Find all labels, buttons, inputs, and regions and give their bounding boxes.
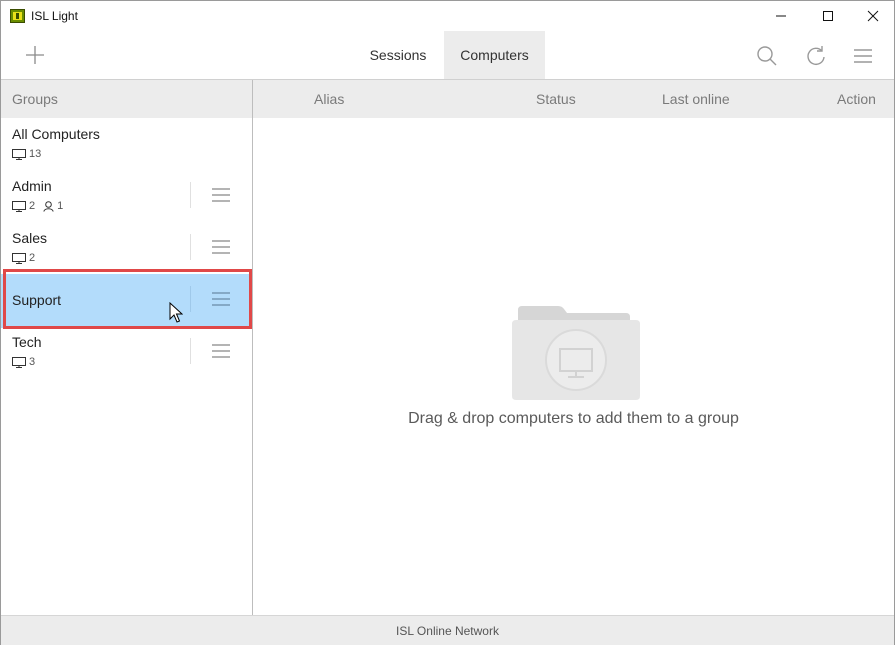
computer-icon: [12, 252, 26, 264]
hamburger-menu-icon: [212, 344, 230, 358]
group-menu-button[interactable]: [211, 239, 231, 255]
network-label: ISL Online Network: [396, 623, 499, 638]
column-status[interactable]: Status: [536, 91, 576, 107]
group-name: Tech: [12, 334, 42, 350]
computers-panel: Alias Status Last online Action Drag & d…: [253, 80, 894, 615]
group-support[interactable]: Support: [1, 274, 252, 328]
computer-icon: [12, 200, 26, 212]
add-button[interactable]: [23, 43, 47, 67]
empty-state-message: Drag & drop computers to add them to a g…: [408, 410, 739, 427]
user-count: 1: [57, 200, 64, 212]
group-tech[interactable]: Tech 3: [1, 326, 252, 378]
divider: [190, 182, 191, 208]
computer-count: 3: [29, 356, 36, 368]
hamburger-menu-icon: [212, 292, 230, 306]
maximize-icon: [823, 11, 833, 21]
tab-sessions[interactable]: Sessions: [353, 31, 443, 79]
main-menu-button[interactable]: [852, 45, 874, 67]
window-title: ISL Light: [31, 9, 78, 23]
computer-count: 2: [29, 252, 36, 264]
search-icon: [757, 46, 777, 66]
toolbar: Sessions Computers: [1, 31, 894, 79]
hamburger-menu-icon: [854, 49, 872, 63]
tab-computers[interactable]: Computers: [444, 31, 545, 79]
computer-icon: [12, 356, 26, 368]
group-name: Sales: [12, 230, 48, 246]
search-button[interactable]: [756, 45, 778, 67]
group-name: Admin: [12, 178, 52, 194]
group-menu-button[interactable]: [211, 343, 231, 359]
group-menu-button[interactable]: [211, 291, 231, 307]
divider: [190, 234, 191, 260]
refresh-button[interactable]: [805, 45, 827, 67]
group-name: Support: [12, 292, 62, 308]
computer-icon: [12, 148, 26, 160]
column-alias[interactable]: Alias: [314, 91, 344, 107]
app-window: ISL Light Sessions Computers Groups All …: [0, 0, 895, 645]
hamburger-menu-icon: [212, 240, 230, 254]
close-button[interactable]: [850, 1, 895, 31]
empty-folder-icon: [512, 306, 640, 400]
plus-icon: [26, 46, 44, 64]
group-all-computers[interactable]: All Computers 13: [1, 118, 252, 170]
close-icon: [867, 10, 879, 22]
divider: [190, 286, 191, 312]
hamburger-menu-icon: [212, 188, 230, 202]
divider: [190, 338, 191, 364]
computer-count: 13: [29, 148, 42, 160]
title-bar: ISL Light: [1, 1, 894, 31]
group-counts: 2: [12, 252, 43, 264]
computers-table-header: Alias Status Last online Action: [253, 80, 894, 118]
status-bar: ISL Online Network: [1, 615, 894, 645]
minimize-icon: [776, 15, 786, 17]
groups-sidebar: Groups All Computers 13 Admin 2 1 Sales …: [1, 80, 252, 615]
minimize-button[interactable]: [758, 1, 804, 31]
maximize-button[interactable]: [805, 1, 851, 31]
group-admin[interactable]: Admin 2 1: [1, 170, 252, 222]
group-counts: 3: [12, 356, 43, 368]
user-icon: [43, 200, 54, 212]
group-menu-button[interactable]: [211, 187, 231, 203]
column-action[interactable]: Action: [837, 91, 876, 107]
groups-header: Groups: [1, 80, 252, 118]
group-counts: 2 1: [12, 200, 71, 212]
group-sales[interactable]: Sales 2: [1, 222, 252, 274]
group-counts: 13: [12, 148, 49, 160]
column-last-online[interactable]: Last online: [662, 91, 730, 107]
refresh-icon: [807, 46, 825, 66]
isl-light-logo-icon: [10, 9, 25, 23]
group-name: All Computers: [12, 126, 100, 142]
computer-count: 2: [29, 200, 36, 212]
